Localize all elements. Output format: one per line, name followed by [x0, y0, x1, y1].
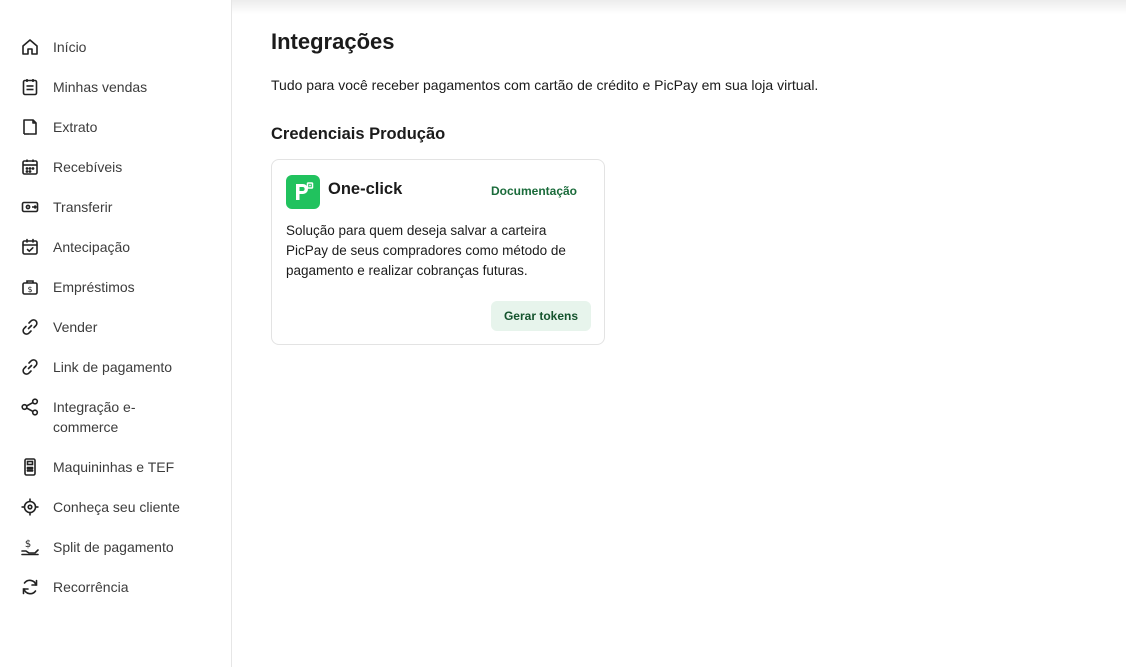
refresh-icon	[20, 577, 40, 597]
sidebar-item-emprestimos[interactable]: $ Empréstimos	[0, 267, 231, 307]
card-title: One-click	[328, 180, 403, 198]
picpay-logo-icon	[286, 175, 320, 209]
page-description: Tudo para você receber pagamentos com ca…	[271, 77, 819, 93]
sidebar-item-minhas-vendas[interactable]: Minhas vendas	[0, 67, 231, 107]
sidebar-item-label: Integração e-commerce	[53, 399, 136, 435]
integration-card: One-click Documentação Solução para quem…	[271, 159, 605, 345]
sidebar-item-label: Empréstimos	[53, 279, 135, 295]
receipt-icon	[20, 77, 40, 97]
sidebar-item-label: Extrato	[53, 119, 98, 135]
money-bag-icon: $	[20, 277, 40, 297]
link-icon	[20, 317, 40, 337]
link-icon	[20, 357, 40, 377]
sidebar: Início Minhas vendas Extrato Recebíveis …	[0, 0, 232, 667]
sidebar-item-label: Transferir	[53, 199, 113, 215]
sidebar-item-antecipacao[interactable]: Antecipação	[0, 227, 231, 267]
documentation-link[interactable]: Documentação	[491, 184, 577, 198]
sidebar-item-recorrencia[interactable]: Recorrência	[0, 567, 231, 607]
svg-text:$: $	[27, 285, 32, 294]
sidebar-item-conheca-seu-cliente[interactable]: Conheça seu cliente	[0, 487, 231, 527]
sidebar-item-inicio[interactable]: Início	[0, 27, 231, 67]
hand-money-icon: $	[20, 537, 40, 557]
sidebar-item-label: Minhas vendas	[53, 79, 148, 95]
sidebar-item-label: Antecipação	[53, 239, 131, 255]
sidebar-item-transferir[interactable]: Transferir	[0, 187, 231, 227]
sidebar-item-label: Recebíveis	[53, 159, 123, 175]
sidebar-item-maquininhas[interactable]: Maquininhas e TEF	[0, 447, 231, 487]
share-icon	[20, 397, 40, 417]
sidebar-item-label: Vender	[53, 319, 98, 335]
target-icon	[20, 497, 40, 517]
sidebar-item-integracao-ecommerce[interactable]: Integração e-commerce	[0, 387, 231, 447]
generate-tokens-button[interactable]: Gerar tokens	[491, 301, 591, 331]
svg-text:$: $	[25, 539, 31, 550]
sidebar-item-label: Split de pagamento	[53, 539, 174, 555]
sidebar-item-label: Recorrência	[53, 579, 129, 595]
sidebar-item-vender[interactable]: Vender	[0, 307, 231, 347]
sidebar-item-link-de-pagamento[interactable]: Link de pagamento	[0, 347, 231, 387]
calendar-icon	[20, 157, 40, 177]
section-title: Credenciais Produção	[271, 125, 446, 143]
sidebar-item-label: Maquininhas e TEF	[53, 459, 175, 475]
sidebar-item-recebiveis[interactable]: Recebíveis	[0, 147, 231, 187]
card-description: Solução para quem deseja salvar a cartei…	[286, 223, 566, 278]
calendar-check-icon	[20, 237, 40, 257]
home-icon	[20, 37, 40, 57]
statement-icon	[20, 117, 40, 137]
sidebar-item-split-de-pagamento[interactable]: $ Split de pagamento	[0, 527, 231, 567]
card-machine-icon	[20, 457, 40, 477]
transfer-icon	[20, 197, 40, 217]
sidebar-item-label: Link de pagamento	[53, 359, 173, 375]
sidebar-item-label: Conheça seu cliente	[53, 499, 180, 515]
page-title: Integrações	[271, 29, 395, 54]
sidebar-item-label: Início	[53, 39, 87, 55]
sidebar-item-extrato[interactable]: Extrato	[0, 107, 231, 147]
